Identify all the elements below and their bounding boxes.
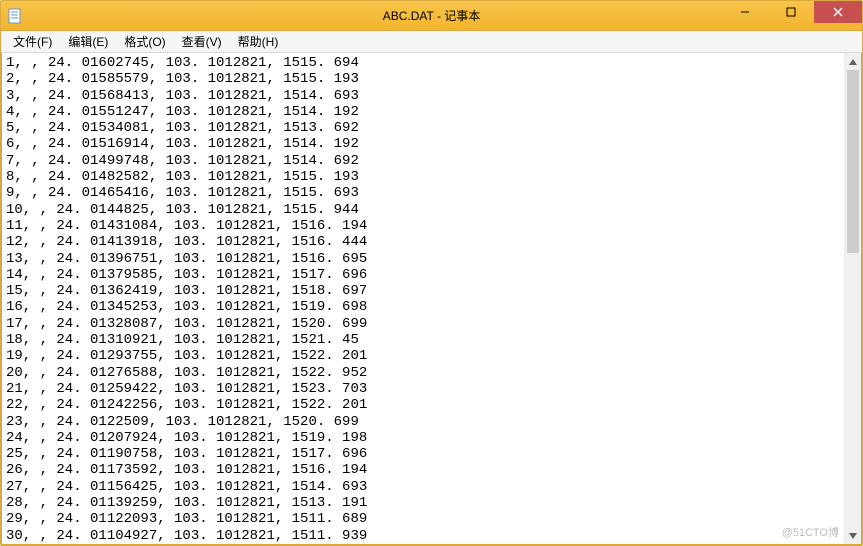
menu-bar: 文件(F) 编辑(E) 格式(O) 查看(V) 帮助(H)	[1, 31, 862, 53]
content-area: 1, , 24. 01602745, 103. 1012821, 1515. 6…	[1, 53, 862, 545]
menu-format[interactable]: 格式(O)	[116, 31, 173, 52]
window-controls	[722, 1, 862, 30]
menu-view[interactable]: 查看(V)	[174, 31, 230, 52]
close-button[interactable]	[814, 1, 862, 23]
menu-file[interactable]: 文件(F)	[5, 31, 60, 52]
maximize-button[interactable]	[768, 1, 814, 23]
window-titlebar[interactable]: ABC.DAT - 记事本	[1, 1, 862, 31]
scroll-up-arrow[interactable]	[845, 53, 861, 70]
scroll-track[interactable]	[845, 70, 861, 527]
minimize-button[interactable]	[722, 1, 768, 23]
notepad-icon	[7, 8, 23, 24]
scroll-down-arrow[interactable]	[845, 527, 861, 544]
vertical-scrollbar[interactable]	[844, 53, 861, 544]
scroll-thumb[interactable]	[847, 70, 859, 253]
menu-help[interactable]: 帮助(H)	[230, 31, 287, 52]
text-editor[interactable]: 1, , 24. 01602745, 103. 1012821, 1515. 6…	[2, 53, 844, 544]
menu-edit[interactable]: 编辑(E)	[60, 31, 116, 52]
